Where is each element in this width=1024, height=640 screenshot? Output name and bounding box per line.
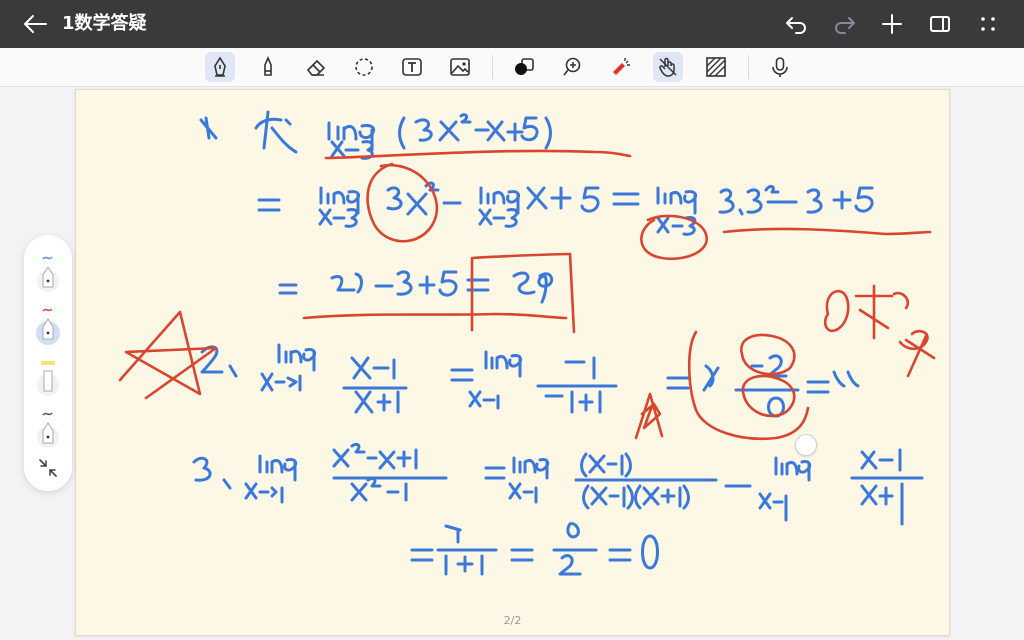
touch-draw-tool-button[interactable] (653, 52, 683, 82)
laser-pointer-icon (613, 58, 630, 75)
page-indicator: 2/2 (503, 614, 522, 627)
note-page[interactable]: 2/2 (75, 89, 950, 636)
laser-pointer-tool-button[interactable] (605, 52, 635, 82)
zoom-tool-button[interactable] (557, 52, 587, 82)
red-ink-strokes (118, 149, 936, 441)
image-icon (450, 58, 470, 76)
blue-pen-button[interactable] (33, 253, 63, 297)
app-bar: 1数学答疑 (0, 0, 1024, 48)
pattern-tool-button[interactable] (701, 52, 731, 82)
more-options-icon[interactable] (976, 12, 1000, 36)
zoom-in-icon (563, 57, 581, 76)
dark-pen-button[interactable] (33, 409, 63, 453)
eraser-icon (306, 59, 326, 76)
panel-layout-icon[interactable] (928, 12, 952, 36)
toolbar-divider (748, 55, 749, 79)
collapse-panel-icon[interactable] (37, 457, 59, 479)
lasso-select-icon (355, 58, 373, 76)
color-shape-icon (515, 58, 534, 75)
back-arrow-icon[interactable] (22, 12, 48, 36)
pen-tool-button[interactable] (205, 52, 235, 82)
highlighter-tool-button[interactable] (253, 52, 283, 82)
lasso-tool-button[interactable] (349, 52, 379, 82)
hatch-pattern-icon (706, 57, 726, 77)
color-shape-tool-button[interactable] (509, 52, 539, 82)
dark-pen-icon (37, 412, 59, 448)
text-tool-button[interactable] (397, 52, 427, 82)
eraser-tool-button[interactable] (301, 52, 331, 82)
microphone-tool-button[interactable] (765, 52, 795, 82)
blue-pen-icon (37, 256, 59, 292)
hand-touch-icon (659, 57, 677, 77)
handwriting-canvas[interactable] (76, 90, 949, 635)
drawing-toolbar (0, 48, 1024, 87)
highlighter-icon (37, 361, 59, 396)
redo-icon[interactable] (833, 12, 857, 36)
red-pen-button[interactable] (33, 305, 63, 349)
add-page-icon[interactable] (880, 12, 904, 36)
toolbar-divider (492, 55, 493, 79)
image-tool-button[interactable] (445, 52, 475, 82)
pen-selector-panel (24, 235, 72, 491)
undo-icon[interactable] (784, 12, 808, 36)
document-title: 1数学答疑 (62, 13, 147, 34)
fountain-pen-icon (214, 56, 226, 77)
blue-ink-strokes (192, 110, 924, 576)
text-box-icon (402, 58, 422, 76)
microphone-icon (772, 57, 788, 77)
yellow-highlighter-button[interactable] (33, 357, 63, 401)
marker-icon (264, 56, 272, 76)
selection-handle[interactable] (795, 434, 817, 456)
red-pen-icon (36, 308, 60, 345)
